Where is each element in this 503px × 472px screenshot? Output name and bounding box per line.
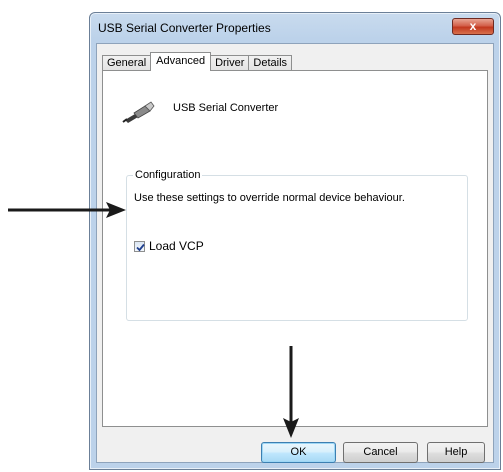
load-vcp-checkbox[interactable] bbox=[134, 240, 145, 252]
window-title: USB Serial Converter Properties bbox=[98, 21, 271, 35]
tab-advanced[interactable]: Advanced bbox=[150, 52, 212, 71]
load-vcp-option[interactable]: Load VCP bbox=[134, 239, 204, 253]
checkmark-icon bbox=[136, 243, 145, 251]
help-button[interactable]: Help bbox=[427, 442, 485, 463]
configuration-group: Configuration Use these settings to over… bbox=[126, 169, 468, 321]
device-name: USB Serial Converter bbox=[173, 102, 279, 114]
tab-general[interactable]: General bbox=[102, 55, 152, 71]
configuration-group-label: Configuration bbox=[133, 169, 203, 181]
close-button[interactable]: x bbox=[452, 18, 494, 35]
cancel-button[interactable]: Cancel bbox=[343, 442, 418, 463]
arrow-to-checkbox-icon bbox=[8, 202, 126, 218]
screenshot-stage: USB Serial Converter Properties x Genera… bbox=[0, 0, 503, 472]
tab-details[interactable]: Details bbox=[248, 55, 293, 71]
arrow-to-ok-button-icon bbox=[283, 346, 299, 438]
close-icon: x bbox=[469, 19, 477, 33]
usb-plug-icon bbox=[122, 101, 155, 123]
tab-driver[interactable]: Driver bbox=[210, 55, 250, 71]
ok-button[interactable]: OK bbox=[261, 442, 336, 463]
configuration-description: Use these settings to override normal de… bbox=[134, 192, 405, 204]
title-bar[interactable]: USB Serial Converter Properties x bbox=[90, 13, 500, 43]
tab-strip: General Advanced Driver Details bbox=[102, 51, 293, 71]
load-vcp-label[interactable]: Load VCP bbox=[149, 239, 204, 253]
